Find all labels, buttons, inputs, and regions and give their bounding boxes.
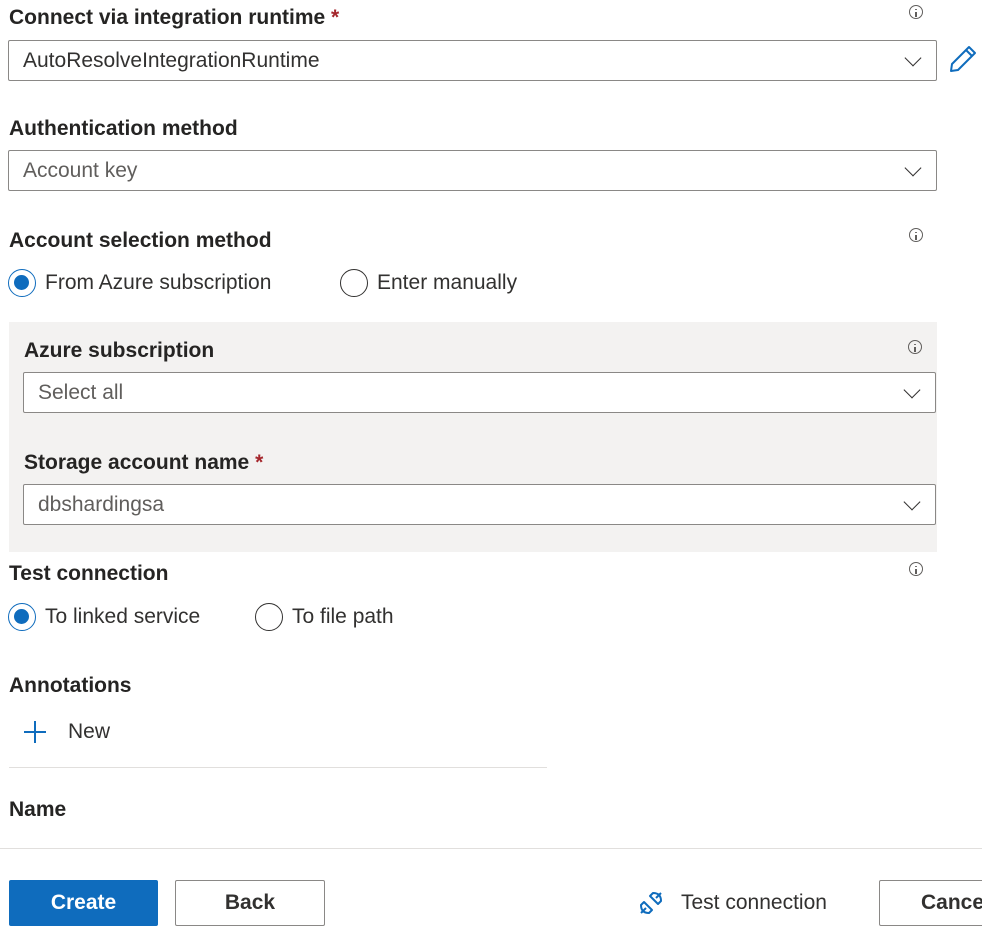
- radio-selected-icon[interactable]: [8, 603, 36, 631]
- authentication-method-select[interactable]: Account key: [8, 150, 937, 191]
- azure-subscription-value: Select all: [38, 381, 124, 404]
- test-connection-button[interactable]: Test connection: [636, 880, 827, 926]
- chevron-down-icon: [904, 159, 922, 177]
- test-connection-button-label: Test connection: [681, 891, 827, 914]
- plug-icon: [640, 892, 662, 914]
- radio-to-file-path[interactable]: To file path: [255, 603, 394, 631]
- back-button[interactable]: Back: [175, 880, 325, 926]
- integration-runtime-label: Connect via integration runtime *: [9, 6, 339, 30]
- radio-to-linked-service[interactable]: To linked service: [8, 603, 200, 631]
- test-connection-label: Test connection: [9, 562, 169, 585]
- radio-label: To linked service: [45, 605, 201, 628]
- annotations-name-column-header: Name: [9, 798, 67, 821]
- storage-account-label-text: Storage account name: [24, 451, 250, 474]
- chevron-down-icon: [904, 49, 922, 67]
- storage-account-value: dbshardingsa: [38, 493, 165, 516]
- radio-unselected-icon[interactable]: [255, 603, 283, 631]
- integration-runtime-label-text: Connect via integration runtime: [9, 6, 326, 29]
- radio-from-azure-subscription[interactable]: From Azure subscription: [8, 269, 271, 297]
- radio-unselected-icon[interactable]: [340, 269, 368, 297]
- annotations-label: Annotations: [9, 674, 132, 697]
- chevron-down-icon: [903, 493, 921, 511]
- required-asterisk: *: [331, 6, 340, 29]
- info-icon[interactable]: [909, 5, 923, 19]
- info-icon[interactable]: [908, 340, 922, 354]
- cancel-button[interactable]: Cancel: [879, 880, 982, 926]
- chevron-down-icon: [903, 381, 921, 399]
- required-asterisk: *: [255, 451, 264, 474]
- radio-selected-icon[interactable]: [8, 269, 36, 297]
- create-button[interactable]: Create: [9, 880, 158, 926]
- footer-divider: [0, 848, 982, 849]
- radio-label: To file path: [292, 605, 394, 628]
- info-icon[interactable]: [909, 562, 923, 576]
- storage-account-label: Storage account name *: [24, 451, 263, 475]
- edit-pencil-icon[interactable]: [948, 44, 978, 74]
- annotations-divider: [9, 767, 547, 768]
- account-selection-label: Account selection method: [9, 229, 272, 252]
- new-annotation-button[interactable]: New: [22, 719, 110, 745]
- integration-runtime-select[interactable]: AutoResolveIntegrationRuntime: [8, 40, 937, 81]
- storage-account-select[interactable]: dbshardingsa: [23, 484, 936, 525]
- azure-subscription-select[interactable]: Select all: [23, 372, 936, 413]
- radio-enter-manually[interactable]: Enter manually: [340, 269, 517, 297]
- authentication-method-value: Account key: [23, 159, 138, 182]
- radio-label: From Azure subscription: [45, 271, 272, 294]
- integration-runtime-value: AutoResolveIntegrationRuntime: [23, 49, 320, 72]
- plus-icon: [24, 721, 46, 743]
- azure-subscription-label: Azure subscription: [24, 339, 215, 362]
- info-icon[interactable]: [909, 228, 923, 242]
- new-annotation-label: New: [68, 720, 111, 743]
- radio-label: Enter manually: [377, 271, 518, 294]
- authentication-method-label: Authentication method: [9, 117, 238, 140]
